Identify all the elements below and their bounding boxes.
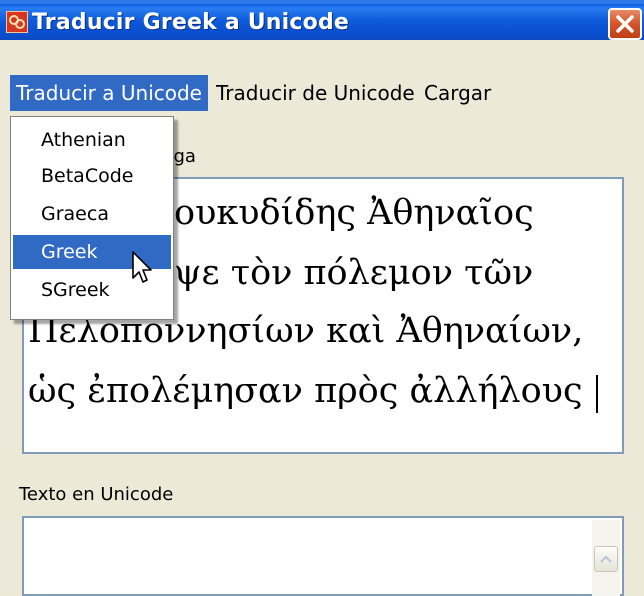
unicode-text-label: Texto en Unicode xyxy=(19,484,174,505)
greek-text-line: ουκυδίδης Ἀθηναῖος xyxy=(174,193,534,233)
close-icon xyxy=(616,15,634,33)
scroll-up-button[interactable] xyxy=(594,546,618,572)
window-title: Traducir Greek a Unicode xyxy=(32,10,350,35)
close-button[interactable] xyxy=(608,8,642,40)
dropdown-item-athenian[interactable]: Athenian xyxy=(13,123,171,157)
font-dropdown-menu: Athenian BetaCode Graeca Greek SGreek xyxy=(10,116,174,320)
greek-text-line: ὡς ἐπολέμησαν πρὸς ἀλλήλους xyxy=(28,371,583,411)
dropdown-item-betacode[interactable]: BetaCode xyxy=(13,159,171,193)
menu-bar xyxy=(0,40,644,76)
menu-cargar[interactable]: Cargar xyxy=(418,75,497,111)
chevron-up-icon xyxy=(600,555,612,563)
dropdown-item-graeca[interactable]: Graeca xyxy=(13,197,171,231)
title-bar: Traducir Greek a Unicode xyxy=(0,0,644,40)
menu-traducir-de-unicode[interactable]: Traducir de Unicode xyxy=(210,75,421,111)
greek-text-line: ψε τὸν πόλεμον τῶν xyxy=(174,253,534,293)
scrollbar[interactable] xyxy=(592,520,620,596)
text-caret xyxy=(596,375,598,413)
app-logo-icon[interactable] xyxy=(6,11,28,33)
mouse-cursor-icon xyxy=(132,251,152,283)
unicode-text-area[interactable] xyxy=(22,516,624,596)
menu-traducir-a-unicode[interactable]: Traducir a Unicode xyxy=(10,75,208,111)
